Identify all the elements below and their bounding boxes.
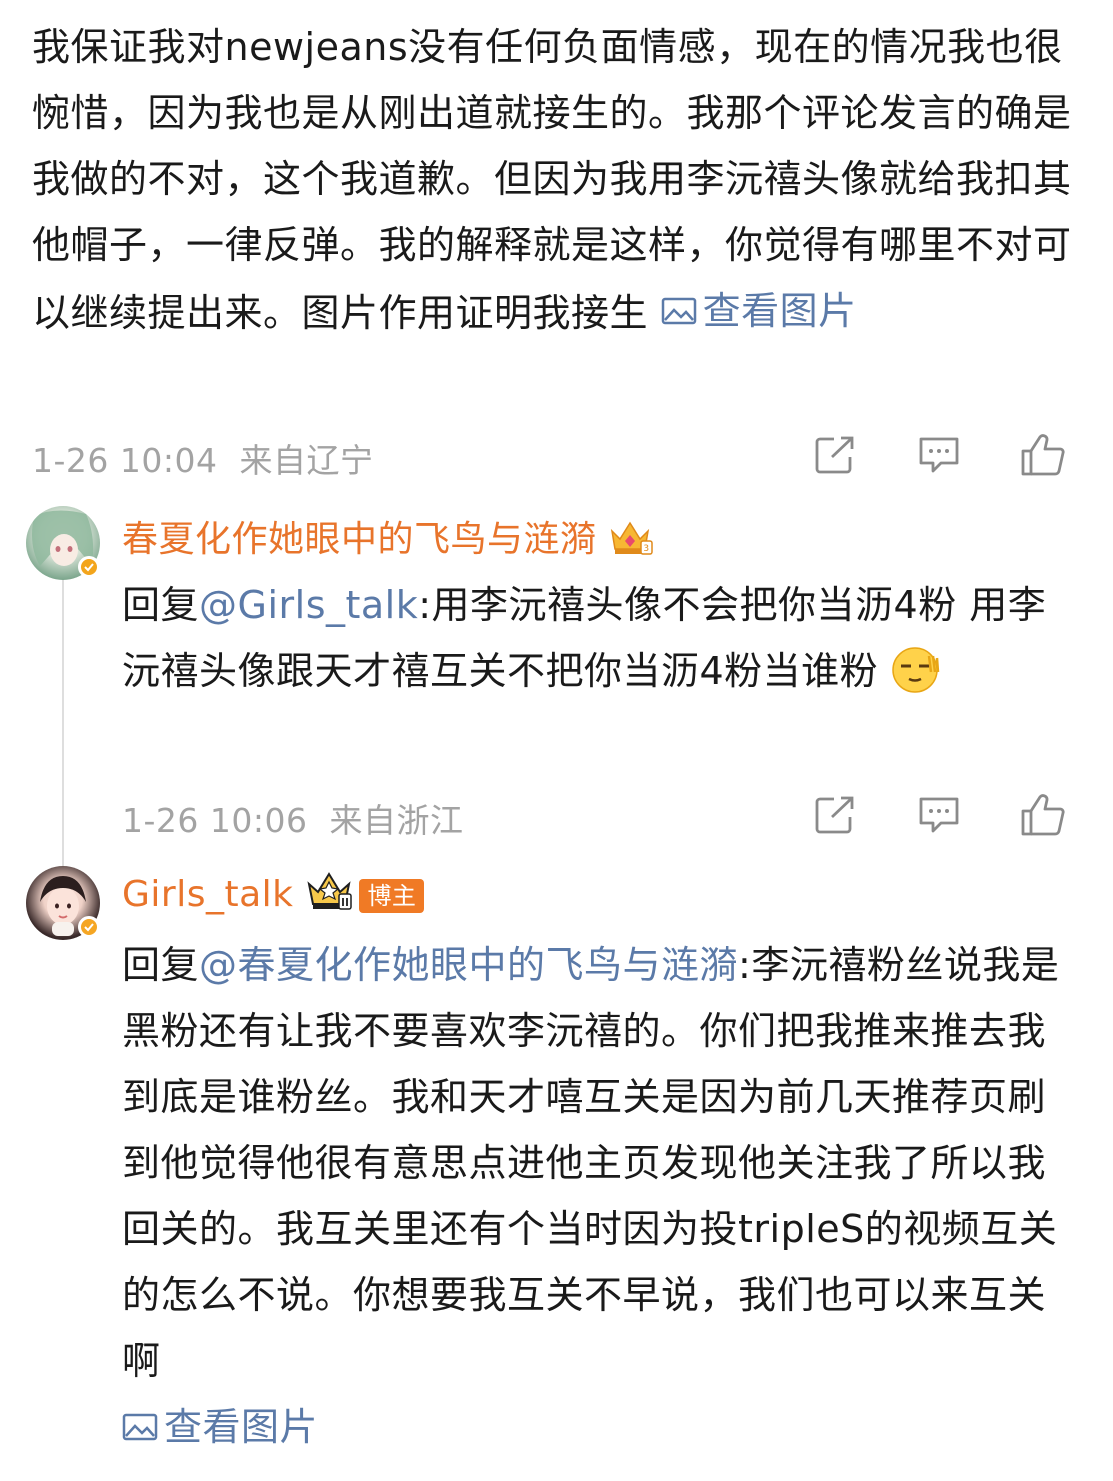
share-icon: [815, 796, 854, 834]
comment-icon: [919, 797, 959, 833]
image-icon: [122, 1413, 158, 1441]
view-image-link[interactable]: 查看图片: [122, 1394, 318, 1460]
crown-badge-icon: [307, 872, 353, 910]
crown-badge-icon: 3: [611, 521, 654, 555]
comment-button[interactable]: [914, 430, 964, 480]
like-button[interactable]: [1018, 430, 1068, 480]
like-button[interactable]: [1018, 790, 1068, 840]
verified-badge-icon: [78, 916, 100, 938]
timestamp: 1-26 10:06 来自浙江: [122, 801, 464, 840]
image-icon: [661, 297, 696, 325]
view-image-link[interactable]: 查看图片: [661, 278, 857, 344]
like-icon: [1021, 794, 1065, 836]
main-post-body: 我保证我对newjeans没有任何负面情感，现在的情况我也很惋惜，因为我也是从刚…: [32, 25, 1072, 335]
timestamp: 1-26 10:04 来自辽宁: [32, 441, 374, 480]
reply2-username[interactable]: Girls_talk 博主: [122, 870, 425, 915]
svg-text:3: 3: [644, 544, 650, 554]
mention-link[interactable]: @Girls_talk: [199, 583, 418, 627]
reply1-text: 回复@Girls_talk:用李沅禧头像不会把你当沥4粉 用李沅禧头像跟天才禧互…: [122, 572, 1072, 704]
doge-emoji: [892, 647, 940, 693]
comment-button[interactable]: [914, 790, 964, 840]
main-post-meta: 1-26 10:04 来自辽宁: [0, 430, 1113, 480]
verified-badge-icon: [78, 556, 100, 578]
comment-icon: [919, 437, 959, 473]
reply1-meta: 1-26 10:06 来自浙江: [0, 790, 1113, 840]
share-button[interactable]: [810, 430, 860, 480]
like-icon: [1021, 434, 1065, 476]
view-image-label: 查看图片: [702, 289, 857, 333]
comment-thread: 我保证我对newjeans没有任何负面情感，现在的情况我也很惋惜，因为我也是从刚…: [0, 0, 1113, 1481]
view-image-label: 查看图片: [164, 1405, 319, 1449]
reply1-username[interactable]: 春夏化作她眼中的飞鸟与涟漪 3: [122, 510, 654, 562]
reply2-text: 回复@春夏化作她眼中的飞鸟与涟漪:李沅禧粉丝说我是黑粉还有让我不要喜欢李沅禧的。…: [122, 932, 1072, 1462]
share-button[interactable]: [810, 790, 860, 840]
mention-link[interactable]: @春夏化作她眼中的飞鸟与涟漪: [199, 943, 738, 987]
share-icon: [815, 436, 854, 474]
host-tag: 博主: [359, 879, 425, 913]
main-post-text: 我保证我对newjeans没有任何负面情感，现在的情况我也很惋惜，因为我也是从刚…: [32, 14, 1072, 346]
